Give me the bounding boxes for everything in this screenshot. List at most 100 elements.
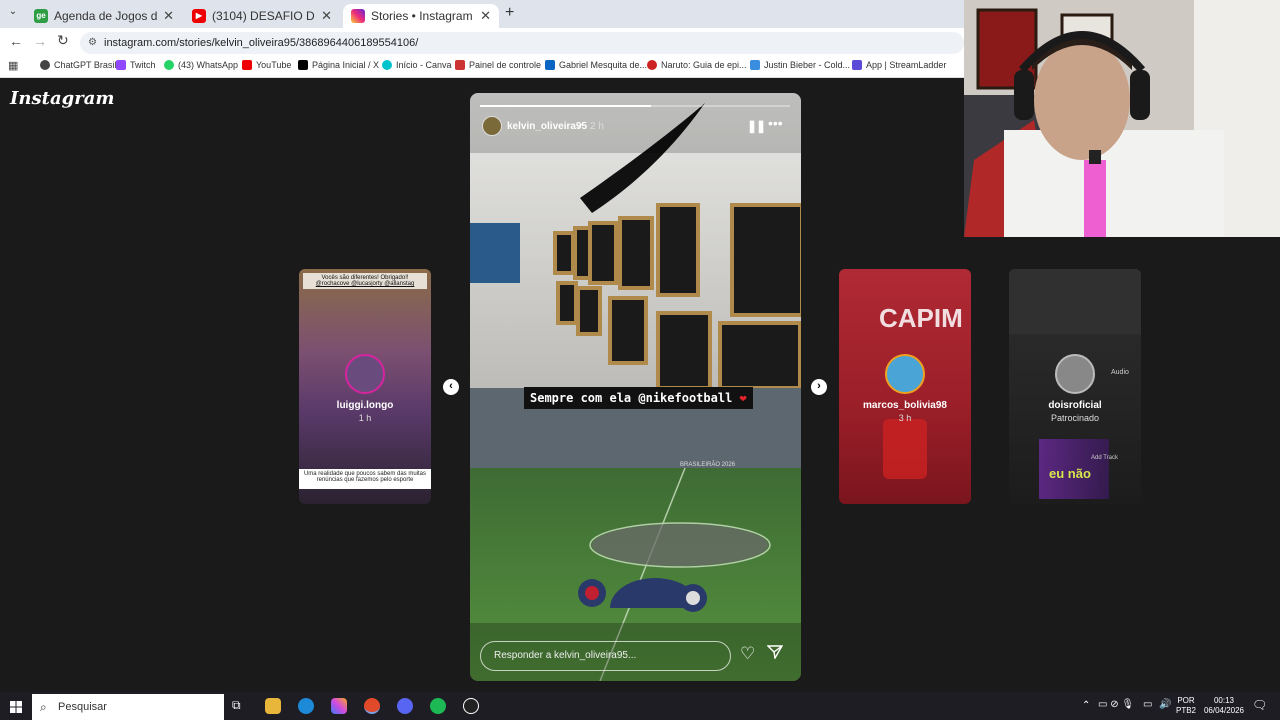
sponsored-label: Patrocinado bbox=[1050, 413, 1100, 423]
bookmark-chatgpt[interactable]: ChatGPT Brasil bbox=[40, 60, 116, 70]
bookmark-label: Início - Canva bbox=[396, 60, 452, 70]
clock[interactable]: 00:13 06/04/2026 bbox=[1200, 696, 1248, 716]
story-username[interactable]: kelvin_oliveira95 bbox=[507, 121, 587, 132]
story-mentions: @rochacove @lucasjorty @allanstag bbox=[315, 281, 415, 287]
twitch-icon bbox=[116, 60, 126, 70]
bookmark-youtube[interactable]: YouTube bbox=[242, 60, 291, 70]
bookmark-naruto[interactable]: Naruto: Guia de epi... bbox=[647, 60, 747, 70]
linkedin-icon bbox=[545, 60, 555, 70]
forward-arrow-icon[interactable]: → bbox=[33, 33, 47, 49]
copilot-icon[interactable] bbox=[331, 698, 347, 714]
bookmark-label: Gabriel Mesquita de... bbox=[559, 60, 648, 70]
audio-label: Audio bbox=[1111, 369, 1129, 376]
poster-word: CAPIM bbox=[879, 303, 963, 333]
tray-icons[interactable]: ▭ ⊘ 🎙 bbox=[1098, 699, 1134, 710]
url-text: instagram.com/stories/kelvin_oliveira95/… bbox=[104, 37, 419, 49]
tab-list-chevron-icon[interactable]: ⌄ bbox=[6, 6, 20, 20]
bookmark-whatsapp[interactable]: (43) WhatsApp bbox=[164, 60, 238, 70]
task-view-icon[interactable]: ⧉ bbox=[232, 698, 248, 714]
board-text: BRASILEIRÃO 2026 bbox=[680, 462, 736, 468]
like-heart-icon[interactable]: ♡ bbox=[740, 644, 755, 664]
pause-icon[interactable]: ❚❚ bbox=[747, 119, 766, 133]
bookmark-twitch[interactable]: Twitch bbox=[116, 60, 156, 70]
edge-icon[interactable] bbox=[298, 698, 314, 714]
instagram-icon bbox=[351, 9, 365, 23]
story-progress-fill bbox=[480, 105, 651, 107]
tab-youtube[interactable]: ▶ (3104) DESAFIO DO MESK: ANI ✕ bbox=[184, 4, 340, 28]
language-indicator[interactable]: POR PTB2 bbox=[1176, 696, 1196, 716]
caption-text: Sempre com ela @nikefootball bbox=[530, 391, 733, 405]
search-icon: ⌕ bbox=[40, 700, 47, 714]
keyboard-layout: PTB2 bbox=[1176, 706, 1197, 715]
spotify-icon[interactable] bbox=[430, 698, 446, 714]
webcam-image bbox=[964, 0, 1280, 237]
address-bar: ← → ↻ ⚙ instagram.com/stories/kelvin_oli… bbox=[0, 28, 964, 56]
naruto-icon bbox=[647, 60, 657, 70]
taskbar: ⌕ Pesquisar ⧉ ⌃ ▭ ⊘ 🎙 ▭ 🔊 POR PTB2 00:13… bbox=[0, 692, 1280, 720]
discord-icon[interactable] bbox=[397, 698, 413, 714]
avatar bbox=[345, 354, 385, 394]
apps-grid-icon[interactable]: ▦ bbox=[8, 59, 18, 72]
avatar bbox=[1055, 354, 1095, 394]
youtube-icon: ▶ bbox=[192, 9, 206, 23]
tab-label: Agenda de Jogos de Hoje | ge bbox=[54, 9, 158, 23]
whatsapp-icon bbox=[164, 60, 174, 70]
share-send-icon[interactable] bbox=[766, 645, 784, 661]
tray-chevron-up-icon[interactable]: ⌃ bbox=[1082, 700, 1090, 711]
language-code: POR bbox=[1177, 696, 1195, 705]
bookmark-x[interactable]: Página Inicial / X bbox=[298, 60, 379, 70]
tab-agenda[interactable]: ge Agenda de Jogos de Hoje | ge ✕ bbox=[26, 4, 182, 28]
volume-icon[interactable]: 🔊 bbox=[1159, 699, 1171, 710]
network-icon[interactable]: ▭ bbox=[1143, 699, 1152, 710]
story-top-text: Vocês são diferentes! Obrigado!! @rochac… bbox=[303, 273, 427, 289]
file-explorer-icon[interactable] bbox=[265, 698, 281, 714]
previous-story-button[interactable]: ‹ bbox=[443, 379, 459, 395]
reply-input[interactable]: Responder a kelvin_oliveira95... bbox=[480, 641, 731, 671]
chatgpt-icon bbox=[40, 60, 50, 70]
story-time: 2 h bbox=[590, 121, 604, 132]
tab-bar: ⌄ ge Agenda de Jogos de Hoje | ge ✕ ▶ (3… bbox=[0, 0, 964, 28]
taskbar-search-input[interactable]: ⌕ Pesquisar bbox=[32, 694, 224, 720]
letterboxd-icon bbox=[750, 60, 760, 70]
instagram-logo[interactable]: Instagram bbox=[10, 88, 114, 109]
heart-emoji-icon: ❤ bbox=[739, 391, 747, 405]
story-username: marcos_bolivia98 bbox=[863, 400, 947, 411]
story-caption[interactable]: Sempre com ela @nikefootball ❤ bbox=[524, 387, 753, 409]
bookmark-canva[interactable]: Início - Canva bbox=[382, 60, 452, 70]
clock-time: 00:13 bbox=[1213, 696, 1235, 705]
bookmark-painel[interactable]: Painel de controle bbox=[455, 60, 541, 70]
bookmark-justin[interactable]: Justin Bieber - Cold... bbox=[750, 60, 850, 70]
windows-start-icon[interactable] bbox=[10, 700, 22, 713]
close-icon[interactable]: ✕ bbox=[480, 8, 491, 24]
avatar[interactable] bbox=[482, 116, 502, 136]
story-username: luiggi.longo bbox=[336, 400, 394, 411]
add-track-label: Add Track bbox=[1091, 455, 1119, 461]
reply-placeholder: Responder a kelvin_oliveira95... bbox=[494, 650, 637, 661]
bookmarks-bar: ▦ ChatGPT Brasil Twitch (43) WhatsApp Yo… bbox=[0, 56, 964, 78]
bookmark-label: Justin Bieber - Cold... bbox=[764, 60, 851, 70]
back-arrow-icon[interactable]: ← bbox=[9, 33, 23, 49]
notifications-icon[interactable]: 🗨 bbox=[1252, 698, 1267, 712]
site-info-icon[interactable]: ⚙ bbox=[88, 32, 97, 54]
tab-instagram[interactable]: Stories • Instagram ✕ bbox=[343, 4, 499, 28]
verified-badge-icon: ✓ bbox=[577, 121, 585, 131]
bookmark-streamladder[interactable]: App | StreamLadder bbox=[852, 60, 946, 70]
url-field[interactable]: ⚙ instagram.com/stories/kelvin_oliveira9… bbox=[80, 32, 964, 54]
bookmark-gabriel[interactable]: Gabriel Mesquita de... bbox=[545, 60, 647, 70]
reload-icon[interactable]: ↻ bbox=[57, 32, 69, 49]
main-story[interactable]: kelvin_oliveira95 ✓ 2 h ❚❚ ••• Sempre co… bbox=[470, 93, 801, 681]
obs-icon[interactable] bbox=[463, 698, 479, 714]
story-meta-luiggi: luiggi.longo 1 h bbox=[299, 400, 431, 423]
more-options-icon[interactable]: ••• bbox=[768, 115, 783, 131]
close-icon[interactable]: ✕ bbox=[321, 8, 332, 24]
close-icon[interactable]: ✕ bbox=[163, 8, 174, 24]
bookmark-label: (43) WhatsApp bbox=[178, 60, 239, 70]
new-tab-button[interactable]: + bbox=[505, 4, 514, 22]
chrome-icon[interactable] bbox=[364, 698, 380, 714]
streamladder-icon bbox=[852, 60, 862, 70]
story-progress-track bbox=[480, 105, 790, 107]
search-placeholder: Pesquisar bbox=[58, 701, 107, 713]
next-story-button[interactable]: › bbox=[811, 379, 827, 395]
bookmark-label: Página Inicial / X bbox=[312, 60, 380, 70]
tab-label: Stories • Instagram bbox=[371, 9, 473, 23]
